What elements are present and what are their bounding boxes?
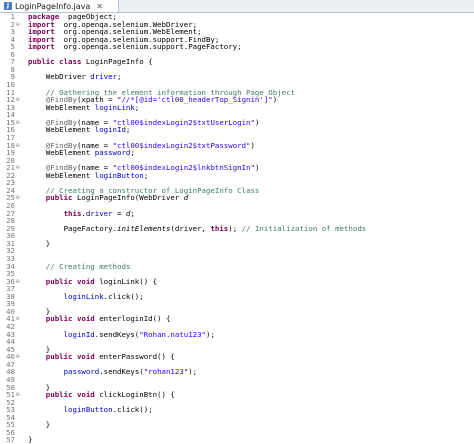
code-line[interactable]: 51 ⊖ public void clickLoginBtn() { — [0, 391, 474, 399]
fold-marker-icon[interactable]: ⊖ — [16, 353, 24, 361]
code-line[interactable]: 25 ⊖ public LoginPageInfo(WebDriver d — [0, 194, 474, 202]
fold-marker-icon[interactable]: ⊖ — [16, 315, 24, 323]
code-line[interactable]: 31 } — [0, 240, 474, 248]
java-file-icon: J — [4, 2, 12, 10]
code-line[interactable]: 55 } — [0, 421, 474, 429]
code-line[interactable]: 39 — [0, 300, 474, 308]
code-line[interactable]: 32 — [0, 247, 474, 255]
code-line[interactable]: 41 ⊖ public void enterloginId() { — [0, 315, 474, 323]
code-text: loginButton.click(); — [28, 406, 153, 414]
code-text: public LoginPageInfo(WebDriver d — [28, 194, 188, 202]
code-line[interactable]: 22 WebElement loginButton; — [0, 172, 474, 180]
code-text: public void loginLink() { — [28, 277, 157, 286]
code-line[interactable]: 38 loginLink.click(); — [0, 292, 474, 301]
code-text: PageFactory.initElements(driver, this); … — [28, 224, 367, 233]
tab-title: LoginPageInfo.java — [15, 1, 91, 11]
code-line[interactable]: 57} — [0, 436, 474, 444]
line-number: 57 — [6, 435, 15, 444]
code-text: WebElement loginId; — [28, 126, 131, 134]
fold-marker-icon[interactable]: ⊖ — [16, 96, 24, 104]
code-editor[interactable]: 1 package pageObject; 2 ⊖ import org.openqa.… — [0, 13, 474, 444]
code-text: public void clickLoginBtn() { — [28, 391, 175, 399]
fold-marker-icon[interactable]: ⊖ — [16, 194, 24, 202]
fold-marker-icon[interactable]: ⊖ — [16, 278, 24, 286]
fold-marker-icon[interactable]: ⊖ — [16, 142, 24, 150]
code-text: WebElement loginLink; — [28, 103, 139, 112]
tab-login-page-info[interactable]: J LoginPageInfo.java ✕ — [0, 0, 119, 12]
code-text: // Creating methods — [28, 262, 131, 271]
close-icon[interactable]: ✕ — [96, 2, 103, 11]
fold-marker-icon[interactable]: ⊖ — [16, 119, 24, 127]
fold-marker-icon[interactable]: ⊖ — [16, 391, 24, 399]
code-line[interactable]: 43 loginId.sendKeys("Rohan.natu123"); — [0, 330, 474, 339]
code-line[interactable]: 56 — [0, 429, 474, 437]
code-text: loginLink.click(); — [28, 292, 144, 301]
code-text: public class LoginPageInfo { — [28, 58, 153, 66]
code-text: WebElement password; — [28, 149, 135, 157]
code-text: } — [28, 436, 32, 444]
code-line[interactable]: 54 — [0, 414, 474, 422]
code-text: password.sendKeys("rohan123"); — [28, 368, 198, 376]
code-line[interactable]: 5 import org.openqa.selenium.support.Page… — [0, 43, 474, 51]
fold-marker-icon[interactable]: ⊖ — [16, 21, 24, 29]
code-text: WebElement loginButton; — [28, 172, 148, 180]
code-text: WebDriver driver; — [28, 73, 122, 81]
code-token: } — [28, 435, 33, 444]
code-line[interactable]: 29 PageFactory.initElements(driver, this… — [0, 224, 474, 233]
fold-marker-icon[interactable]: ⊖ — [16, 164, 24, 172]
code-text: loginId.sendKeys("Rohan.natu123"); — [28, 330, 215, 339]
code-text: } — [28, 421, 50, 429]
code-line[interactable]: 48 password.sendKeys("rohan123"); — [0, 368, 474, 376]
code-line[interactable]: 27 this.driver = d; — [0, 209, 474, 218]
code-line[interactable]: 30 — [0, 232, 474, 240]
code-line[interactable]: 16 WebElement loginId; — [0, 126, 474, 134]
code-text: } — [28, 240, 50, 248]
code-text: public void enterloginId() { — [28, 315, 171, 323]
code-line[interactable]: 13 WebElement loginLink; — [0, 103, 474, 112]
code-line[interactable]: 36 ⊖ public void loginLink() { — [0, 277, 474, 286]
code-line[interactable]: 46 ⊖ public void enterPassword() { — [0, 353, 474, 361]
code-line[interactable]: 9 WebDriver driver; — [0, 73, 474, 81]
code-line[interactable]: 19 WebElement password; — [0, 149, 474, 157]
code-line[interactable]: 34 // Creating methods — [0, 262, 474, 271]
code-line[interactable]: 53 loginButton.click(); — [0, 406, 474, 414]
code-line[interactable]: 44 — [0, 338, 474, 346]
code-text: import org.openqa.selenium.support.PageF… — [28, 43, 242, 51]
code-line[interactable]: 49 — [0, 376, 474, 384]
code-text: this.driver = d; — [28, 209, 135, 218]
code-text: public void enterPassword() { — [28, 353, 175, 361]
code-line[interactable]: 7 public class LoginPageInfo { — [0, 58, 474, 66]
